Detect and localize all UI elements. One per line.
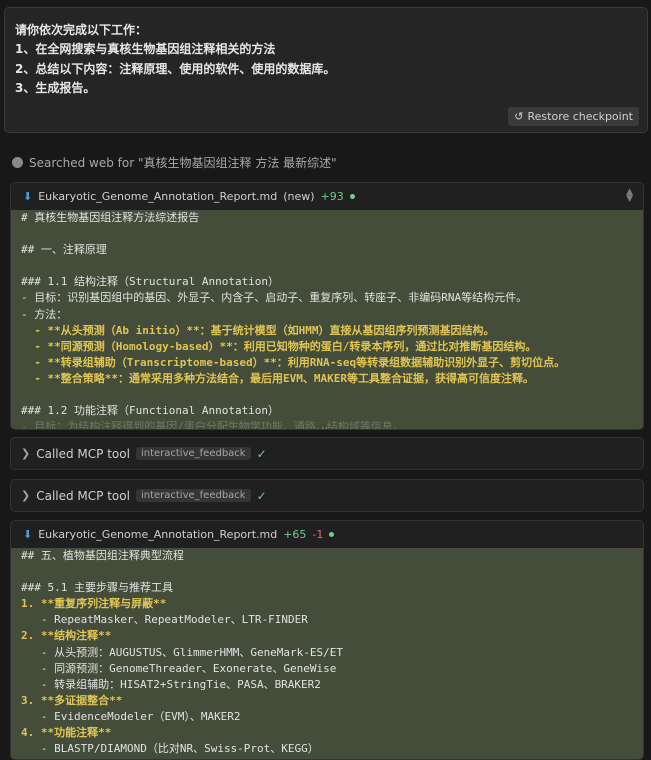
restore-icon: ↺ <box>514 110 524 123</box>
code-line: # 真核生物基因组注释方法综述报告 <box>21 211 200 224</box>
search-text: Searched web for "真核生物基因组注释 方法 最新综述" <box>29 155 337 170</box>
prompt-line: 请你依次完成以下工作： <box>15 23 148 37</box>
file-name[interactable]: Eukaryotic_Genome_Annotation_Report.md <box>38 190 277 203</box>
code-line: - **同源预测（Homology-based）**：利用已知物种的蛋白/转录本… <box>21 339 537 353</box>
code-line: ### 1.2 功能注释（Functional Annotation） <box>21 404 280 418</box>
globe-icon <box>12 156 23 168</box>
prompt-line: 1、在全网搜索与真核生物基因组注释相关的方法 <box>15 42 276 57</box>
code-line: - 转录组辅助：HISAT2+StringTie、PASA、BRAKER2 <box>21 677 321 691</box>
expand-collapse-icon[interactable]: ▲ ▼ <box>626 188 633 204</box>
code-line: ## 五、植物基因组注释典型流程 <box>21 549 184 562</box>
prompt-line: 2、总结以下内容：注释原理、使用的软件、使用的数据库。 <box>15 61 336 76</box>
mcp-label: Called MCP tool <box>36 488 130 503</box>
new-tag: (new) <box>283 190 315 203</box>
code-line: - EvidenceModeler（EVM）、MAKER2 <box>21 709 241 723</box>
file-header[interactable]: ⬇ Eukaryotic_Genome_Annotation_Report.md… <box>11 183 643 210</box>
code-line: - 从头预测：AUGUSTUS、GlimmerHMM、GeneMark-ES/E… <box>21 645 344 659</box>
prompt-line: 3、生成报告。 <box>15 80 96 95</box>
file-edit-card: ⬇ Eukaryotic_Genome_Annotation_Report.md… <box>10 520 644 760</box>
code-line: - 同源预测：GenomeThreader、Exonerate、GeneWise <box>21 661 337 675</box>
code-line: - 方法： <box>21 307 68 321</box>
code-line: 3. **多证据整合** <box>21 693 123 707</box>
chevron-down-icon[interactable]: ⌄ <box>321 419 328 429</box>
deletions-count: -1 <box>312 528 324 541</box>
code-line: ## 一、注释原理 <box>21 243 107 257</box>
prompt-text: 请你依次完成以下工作： 1、在全网搜索与真核生物基因组注释相关的方法 2、总结以… <box>15 21 335 98</box>
mcp-tool-call[interactable]: ❯ Called MCP tool interactive_feedback ✓ <box>10 479 644 512</box>
code-line: 4. **功能注释** <box>21 726 112 740</box>
mcp-tool-call[interactable]: ❯ Called MCP tool interactive_feedback ✓ <box>10 437 644 470</box>
download-icon: ⬇ <box>23 528 33 541</box>
check-icon: ✓ <box>256 488 267 503</box>
mcp-label: Called MCP tool <box>36 446 130 461</box>
code-line: ### 1.1 结构注释（Structural Annotation） <box>21 275 280 289</box>
code-diff: # 真核生物基因组注释方法综述报告 ## 一、注释原理 ### 1.1 结构注释… <box>11 210 643 430</box>
check-icon: ✓ <box>256 446 267 461</box>
chevron-right-icon: ❯ <box>21 489 31 502</box>
status-dot <box>349 194 355 199</box>
code-line: - **整合策略**：通常采用多种方法结合，最后用EVM、MAKER等工具整合证… <box>21 371 534 385</box>
code-line: - RepeatMasker、RepeatModeler、LTR-FINDER <box>21 613 308 627</box>
code-line: 2. **结构注释** <box>21 629 112 643</box>
download-icon: ⬇ <box>23 190 33 203</box>
code-line: - 目标：为结构注释得到的基因/蛋白分配生物学功能、通路、结构域等信息。 <box>21 420 404 430</box>
code-line: 1. **重复序列注释与屏蔽** <box>21 597 167 611</box>
additions-count: +93 <box>320 190 344 203</box>
chevron-right-icon: ❯ <box>21 447 31 460</box>
file-edit-card: ⬇ Eukaryotic_Genome_Annotation_Report.md… <box>10 182 644 430</box>
status-dot <box>329 532 335 537</box>
file-header[interactable]: ⬇ Eukaryotic_Genome_Annotation_Report.md… <box>11 521 643 548</box>
code-line: - **转录组辅助（Transcriptome-based）**：利用RNA-s… <box>21 355 566 369</box>
additions-count: +65 <box>283 528 307 541</box>
code-diff: ## 五、植物基因组注释典型流程 ### 5.1 主要步骤与推荐工具 1. **… <box>11 548 643 759</box>
user-prompt-box: 请你依次完成以下工作： 1、在全网搜索与真核生物基因组注释相关的方法 2、总结以… <box>4 7 648 133</box>
code-line: ### 5.1 主要步骤与推荐工具 <box>21 581 173 595</box>
file-name[interactable]: Eukaryotic_Genome_Annotation_Report.md <box>38 528 277 541</box>
web-search-status: Searched web for "真核生物基因组注释 方法 最新综述" <box>12 153 337 171</box>
code-line: - **从头预测（Ab initio）**：基于统计模型（如HMM）直接从基因组… <box>21 323 495 337</box>
restore-checkpoint-button[interactable]: ↺ Restore checkpoint <box>508 107 639 126</box>
tool-name-tag: interactive_feedback <box>135 447 251 460</box>
restore-label: Restore checkpoint <box>527 110 634 123</box>
code-line: - 目标：识别基因组中的基因、外显子、内含子、启动子、重复序列、转座子、非编码R… <box>21 291 528 305</box>
tool-name-tag: interactive_feedback <box>135 489 251 502</box>
